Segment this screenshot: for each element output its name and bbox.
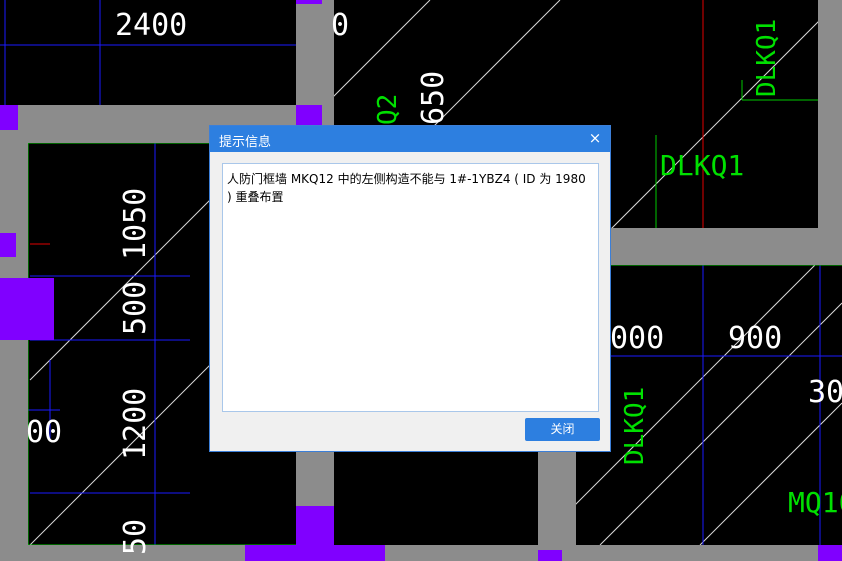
dim-text-2400: 2400: [115, 8, 187, 43]
dim-text-1200: 1200: [118, 388, 153, 460]
dim-text-00: 00: [26, 415, 62, 450]
dim-text-000: 000: [610, 321, 664, 356]
dim-text-300: 300: [808, 375, 842, 410]
dim-text-0: 0: [331, 8, 349, 43]
dim-text-500: 500: [118, 281, 153, 335]
close-icon[interactable]: ×: [586, 129, 604, 147]
wall-label-dlkq1: DLKQ1: [660, 149, 744, 182]
dim-text-50: 50: [118, 519, 153, 555]
close-button[interactable]: 关闭: [525, 418, 600, 441]
dialog-titlebar[interactable]: 提示信息 ×: [210, 126, 610, 152]
wall-label-mq10: MQ10: [788, 486, 842, 519]
dialog-title: 提示信息: [219, 135, 272, 150]
message-text[interactable]: 人防门框墙 MKQ12 中的左侧构造不能与 1#-1YBZ4 ( ID 为 19…: [222, 163, 599, 412]
dim-text-1050: 1050: [118, 188, 153, 260]
dim-text-650: 650: [416, 71, 451, 125]
wall-label-q2: Q2: [373, 94, 403, 125]
wall-label-dlkq1-top: DLKQ1: [752, 19, 782, 97]
wall-label-dlkq1-bottom: DLKQ1: [620, 387, 650, 465]
message-dialog: 提示信息 × 人防门框墙 MKQ12 中的左侧构造不能与 1#-1YBZ4 ( …: [209, 125, 611, 452]
dim-text-900: 900: [728, 321, 782, 356]
